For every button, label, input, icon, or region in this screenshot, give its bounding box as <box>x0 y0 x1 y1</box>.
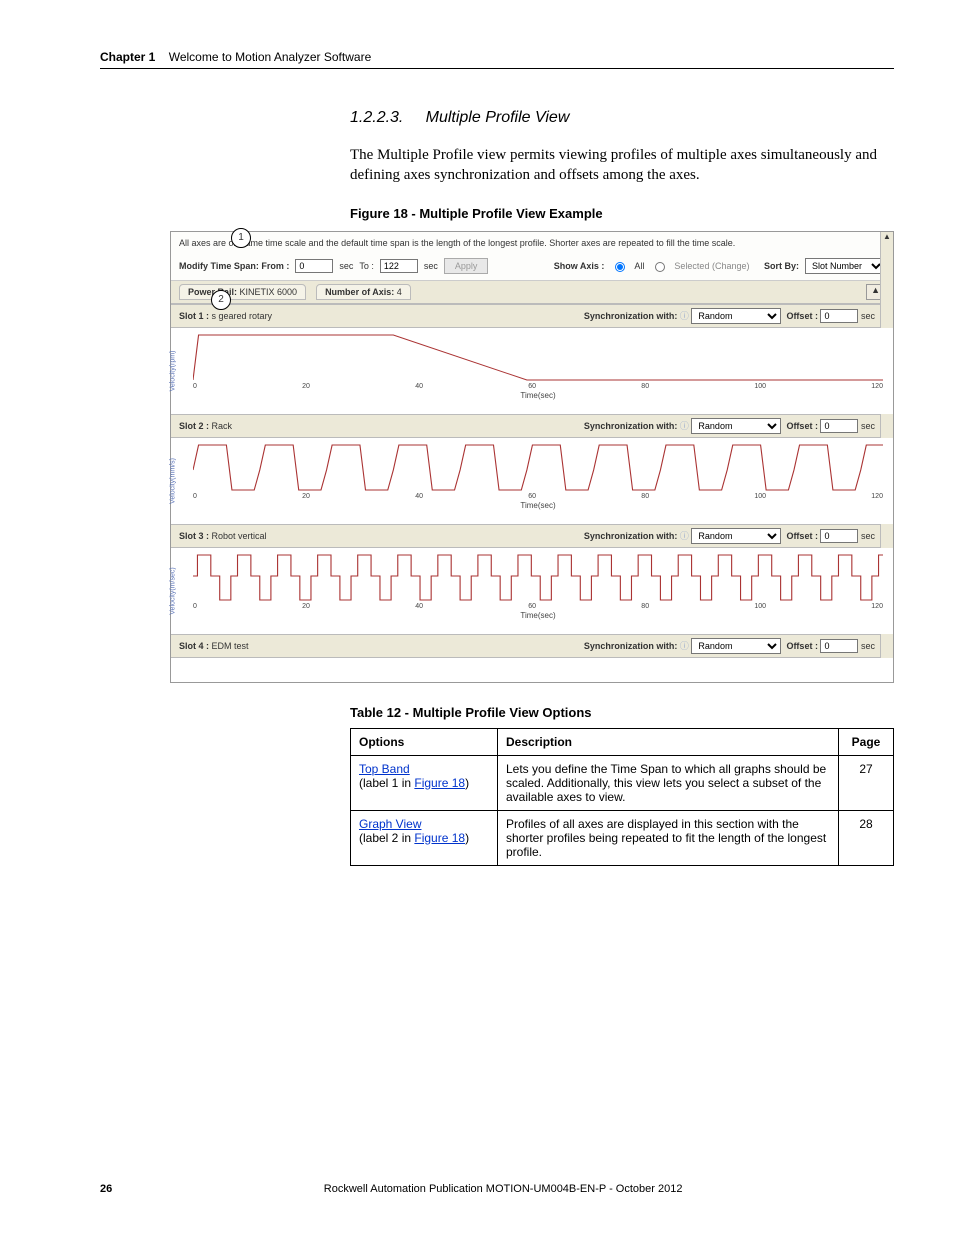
sortby-select[interactable]: Slot Number <box>805 258 885 274</box>
opt-all: All <box>634 261 644 271</box>
slot-2: Slot 2 : Rack Synchronization with: ⓘ Ra… <box>171 414 893 524</box>
slot-1: Slot 1 : s geared rotary Synchronization… <box>171 304 893 414</box>
chapter-title: Welcome to Motion Analyzer Software <box>169 50 372 64</box>
info-icon: ⓘ <box>680 639 689 652</box>
timespan-label: Modify Time Span: From : <box>179 261 289 271</box>
td-desc: Lets you define the Time Span to which a… <box>498 755 839 810</box>
th-description: Description <box>498 728 839 755</box>
chart-3: Velocity(m/sec) 0 20 40 60 80 100 120 Ti… <box>171 548 893 634</box>
page-number: 26 <box>100 1183 112 1195</box>
timespan-bar: Modify Time Span: From : sec To : sec Ap… <box>171 254 893 281</box>
sync-select[interactable]: Random <box>691 418 781 434</box>
link-graph-view[interactable]: Graph View <box>359 817 421 831</box>
info-icon: ⓘ <box>680 309 689 322</box>
th-options: Options <box>351 728 498 755</box>
section-body: The Multiple Profile view permits viewin… <box>350 145 894 186</box>
num-axis-tab[interactable]: Number of Axis: 4 <box>316 284 411 300</box>
sync-select[interactable]: Random <box>691 308 781 324</box>
slot-4: Slot 4 : EDM test Synchronization with: … <box>171 634 893 682</box>
td-page: 27 <box>839 755 894 810</box>
opt-selected: Selected (Change) <box>674 261 749 271</box>
sync-select[interactable]: Random <box>691 638 781 654</box>
table-row: Top Band (label 1 in Figure 18) Lets you… <box>351 755 894 810</box>
showaxis-label: Show Axis : <box>554 261 605 271</box>
page-footer: 26 Rockwell Automation Publication MOTIO… <box>100 1183 894 1195</box>
link-figure18[interactable]: Figure 18 <box>414 831 465 845</box>
figure-caption: Figure 18 - Multiple Profile View Exampl… <box>350 206 894 221</box>
section-number: 1.2.2.3. <box>350 109 403 126</box>
radio-selected[interactable] <box>655 262 665 272</box>
chart-2: Velocity(mm/s) 0 20 40 60 80 100 120 Tim… <box>171 438 893 524</box>
offset-input[interactable] <box>820 639 858 653</box>
td-page: 28 <box>839 810 894 865</box>
info-icon: ⓘ <box>680 529 689 542</box>
offset-input[interactable] <box>820 309 858 323</box>
rail-header: Power Rail: KINETIX 6000 Number of Axis:… <box>171 281 893 304</box>
power-rail-tab[interactable]: Power Rail: KINETIX 6000 <box>179 284 306 300</box>
td-desc: Profiles of all axes are displayed in th… <box>498 810 839 865</box>
figure-screenshot: 1 2 ▲ ▼ All axes are on same time scale … <box>170 231 894 683</box>
th-page: Page <box>839 728 894 755</box>
sec-label-2: sec <box>424 261 438 271</box>
slot-3: Slot 3 : Robot vertical Synchronization … <box>171 524 893 634</box>
sortby-label: Sort By: <box>764 261 799 271</box>
offset-input[interactable] <box>820 419 858 433</box>
apply-button[interactable]: Apply <box>444 258 489 274</box>
from-input[interactable] <box>295 259 333 273</box>
chart-4 <box>171 658 893 682</box>
scroll-up-icon[interactable]: ▲ <box>883 232 891 241</box>
table-caption: Table 12 - Multiple Profile View Options <box>350 705 894 720</box>
link-figure18[interactable]: Figure 18 <box>414 776 465 790</box>
callout-1: 1 <box>231 228 251 248</box>
section-title: Multiple Profile View <box>426 109 570 126</box>
page-header: Chapter 1 Welcome to Motion Analyzer Sof… <box>100 50 894 69</box>
to-label: To : <box>359 261 374 271</box>
publication-info: Rockwell Automation Publication MOTION-U… <box>112 1183 894 1195</box>
offset-input[interactable] <box>820 529 858 543</box>
sec-label-1: sec <box>339 261 353 271</box>
chart-1: Velocity(rpm) 0 20 40 60 80 100 120 Time… <box>171 328 893 414</box>
chapter-label: Chapter 1 <box>100 50 155 64</box>
info-text: All axes are on same time scale and the … <box>171 232 893 254</box>
section-heading: 1.2.2.3. Multiple Profile View <box>350 109 894 127</box>
to-input[interactable] <box>380 259 418 273</box>
link-top-band[interactable]: Top Band <box>359 762 410 776</box>
sync-select[interactable]: Random <box>691 528 781 544</box>
info-icon: ⓘ <box>680 419 689 432</box>
options-table: Options Description Page Top Band (label… <box>350 728 894 866</box>
callout-2: 2 <box>211 290 231 310</box>
table-row: Graph View (label 2 in Figure 18) Profil… <box>351 810 894 865</box>
radio-all[interactable] <box>615 262 625 272</box>
